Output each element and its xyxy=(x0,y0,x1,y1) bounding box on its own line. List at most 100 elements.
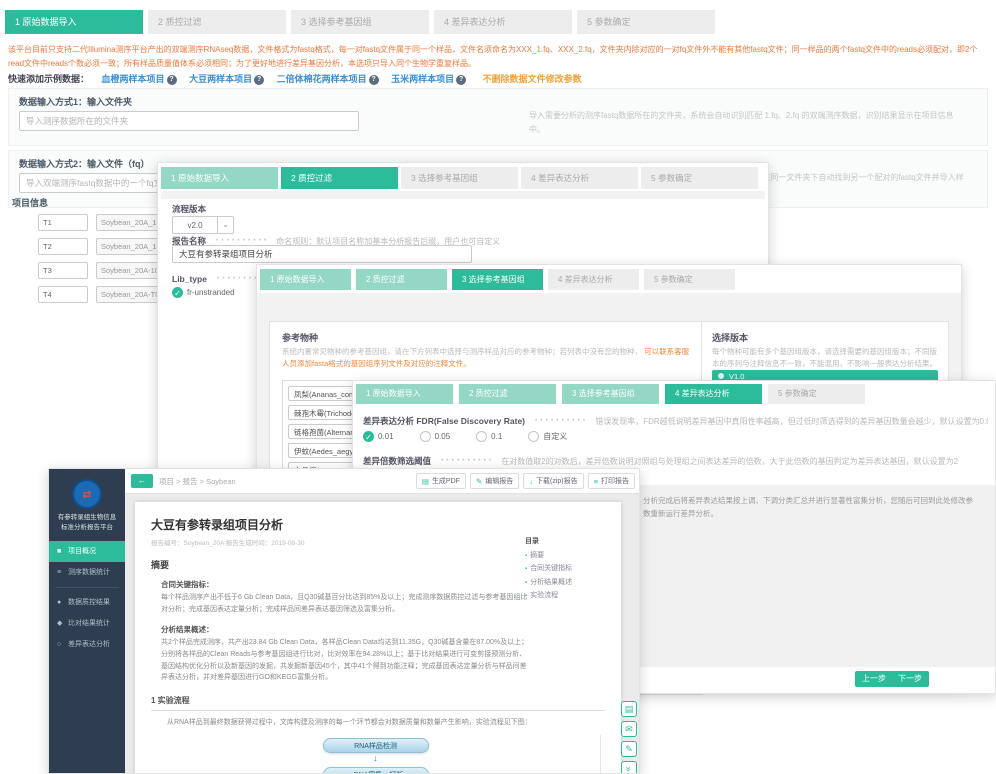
step-diff-expression[interactable]: 4 差异表达分析 xyxy=(521,167,638,189)
step-raw-data-import[interactable]: 1 原始数据导入 xyxy=(260,269,351,290)
radio-fdr-custom[interactable]: 自定义 xyxy=(528,431,567,442)
bullet-icon: ▪ xyxy=(525,553,527,559)
radio-label: fr-unstranded xyxy=(187,288,235,297)
menu-item-qc-results[interactable]: ● 数据质控结果 xyxy=(49,592,125,613)
help-icon[interactable]: ? xyxy=(456,75,466,85)
step-raw-data-import[interactable]: 1 原始数据导入 xyxy=(161,167,278,189)
menu-item-diff-expression[interactable]: ○ 差异表达分析 xyxy=(49,634,125,655)
sample-name-input[interactable] xyxy=(38,238,88,255)
feedback-icon[interactable]: ✉ xyxy=(621,721,637,737)
expression-icon: ○ xyxy=(57,641,68,648)
step-qc-filter[interactable]: 2 质控过滤 xyxy=(356,269,447,290)
step-qc-filter[interactable]: 2 质控过滤 xyxy=(281,167,398,189)
example-link-cotton[interactable]: 二倍体棉花两样本项目 xyxy=(277,74,367,84)
report-menu: ■ 项目概况 ≡ 测序数据统计 ● 数据质控结果 ◆ 比对结果统计 ○ xyxy=(49,541,125,655)
step-select-genome[interactable]: 3 选择参考基因组 xyxy=(562,384,659,404)
toc-item[interactable]: ▪实验流程 xyxy=(525,589,611,602)
help-icon[interactable]: ? xyxy=(254,75,264,85)
step-confirm-params[interactable]: 5 参数确定 xyxy=(768,384,865,404)
download-zip-button[interactable]: ↓ 下载(zip)报告 xyxy=(523,473,583,489)
radio-fdr-001[interactable]: ✓ 0.01 xyxy=(363,431,394,442)
edit-report-button[interactable]: ✎ 编辑报告 xyxy=(470,473,519,489)
report-toolbar: ← 项目 > 报告 > Soybean ▤ 生成PDF ✎ 编辑报告 ↓ 下载(… xyxy=(125,469,639,494)
menu-item-sequencing-stats[interactable]: ≡ 测序数据统计 xyxy=(49,562,125,583)
help-icon[interactable]: ? xyxy=(167,75,177,85)
foldchange-label: 差异倍数筛选阈值 xyxy=(363,456,431,466)
radio-dot-icon xyxy=(718,373,724,379)
diff-analysis-note: 分析完成后将差异表达结果按上调、下调分类汇总并进行显著性富集分析，您随后可回到此… xyxy=(643,495,975,521)
button-label: 生成PDF xyxy=(432,476,460,486)
wizard-stepper-2: 1 原始数据导入 2 质控过滤 3 选择参考基因组 4 差异表达分析 5 参数确… xyxy=(161,167,758,189)
menu-label: 比对结果统计 xyxy=(68,618,110,628)
breadcrumb: 项目 > 报告 > Soybean xyxy=(159,476,236,487)
example-link-soybean[interactable]: 大豆两样本项目 xyxy=(189,74,252,84)
quick-warning-text: 不删除数据文件修改参数 xyxy=(483,74,582,84)
sidebar-title-line2: 标准分析报告平台 xyxy=(49,523,125,533)
edit-icon[interactable]: ✎ xyxy=(621,741,637,757)
generate-pdf-button[interactable]: ▤ 生成PDF xyxy=(416,473,466,489)
version-panel-desc: 每个物种可能有多个基因组版本，请选择需要的基因组版本；不同版本的序列与注释信息不… xyxy=(712,346,940,370)
report-title: 大豆有参转录组项目分析 xyxy=(151,516,605,533)
alignment-icon: ◆ xyxy=(57,619,68,627)
toc-item[interactable]: ▪分析结果概述 xyxy=(525,576,611,589)
menu-item-overview[interactable]: ■ 项目概况 xyxy=(49,541,125,562)
menu-item-alignment-stats[interactable]: ◆ 比对结果统计 xyxy=(49,613,125,634)
bullet-icon: ▪ xyxy=(525,580,527,586)
arrow-down-icon: ↓ xyxy=(151,753,600,763)
pipeline-version-label: 流程版本 xyxy=(172,203,206,215)
help-icon[interactable]: ? xyxy=(369,75,379,85)
species-desc-text: 系统内置常见物种的参考基因组，请在下方列表中选择与测序样品对应的参考物种；若列表… xyxy=(282,347,642,356)
step-confirm-params[interactable]: 5 参数确定 xyxy=(577,10,715,34)
step-select-genome[interactable]: 3 选择参考基因组 xyxy=(291,10,429,34)
example-link-blood-orange[interactable]: 血橙两样本项目 xyxy=(102,74,165,84)
step-diff-expression[interactable]: 4 差异表达分析 xyxy=(665,384,762,404)
foldchange-desc: 在对数值取2的对数后，差异倍数说明对照组与处理组之间表达差异的倍数，大于此倍数的… xyxy=(501,457,958,466)
sample-name-input[interactable] xyxy=(38,262,88,279)
toc-item[interactable]: ▪摘要 xyxy=(525,549,611,562)
step-select-genome[interactable]: 3 选择参考基因组 xyxy=(401,167,518,189)
step-diff-expression[interactable]: 4 差异表达分析 xyxy=(434,10,572,34)
toc-item[interactable]: ▪合同关键指标 xyxy=(525,562,611,575)
back-button[interactable]: ← xyxy=(131,474,153,488)
button-label: 编辑报告 xyxy=(485,476,513,486)
sample-name-input[interactable] xyxy=(38,214,88,231)
step-qc-filter[interactable]: 2 质控过滤 xyxy=(459,384,556,404)
menu-label: 差异表达分析 xyxy=(68,639,110,649)
collapse-icon[interactable]: » xyxy=(621,761,637,774)
print-icon[interactable]: ▤ xyxy=(621,701,637,717)
radio-checked-icon: ✓ xyxy=(172,287,183,298)
fdr-label: 差异表达分析 FDR(False Discovery Rate) xyxy=(363,416,525,426)
workflow-text: 从RNA样品到最终数据获得过程中，文库构建及测序的每一个环节都会对数据质量和数量… xyxy=(167,717,605,727)
folder-input[interactable] xyxy=(19,111,359,131)
platform-logo-icon: ⇄ xyxy=(72,479,102,509)
prev-step-button[interactable]: 上一步 xyxy=(855,671,893,687)
table-of-contents: 目录 ▪摘要 ▪合同关键指标 ▪分析结果概述 ▪实验流程 xyxy=(525,536,611,603)
radio-fdr-005[interactable]: 0.05 xyxy=(420,431,451,442)
dots-separator: ·········· xyxy=(439,451,492,468)
download-icon: ↓ xyxy=(529,477,533,486)
step-raw-data-import[interactable]: 1 原始数据导入 xyxy=(5,10,143,34)
report-name-input[interactable] xyxy=(172,245,472,263)
step-qc-filter[interactable]: 2 质控过滤 xyxy=(148,10,286,34)
next-step-button[interactable]: 下一步 xyxy=(891,671,929,687)
report-page: 大豆有参转录组项目分析 报告编号：Soybean_20A 报告生成时间：2019… xyxy=(135,502,621,773)
button-label: 打印报告 xyxy=(601,476,629,486)
toc-title: 目录 xyxy=(525,536,611,546)
print-report-button[interactable]: ≡ 打印报告 xyxy=(588,473,635,489)
species-panel-desc: 系统内置常见物种的参考基因组，请在下方列表中选择与测序样品对应的参考物种；若列表… xyxy=(282,346,690,370)
qc-icon: ● xyxy=(57,599,68,606)
example-link-maize[interactable]: 玉米两样本项目 xyxy=(391,74,454,84)
pencil-icon: ✎ xyxy=(476,477,482,486)
radio-fdr-01[interactable]: 0.1 xyxy=(476,431,502,442)
step-diff-expression[interactable]: 4 差异表达分析 xyxy=(548,269,639,290)
sample-name-input[interactable] xyxy=(38,286,88,303)
step-confirm-params[interactable]: 5 参数确定 xyxy=(641,167,758,189)
step-confirm-params[interactable]: 5 参数确定 xyxy=(644,269,735,290)
step-select-genome[interactable]: 3 选择参考基因组 xyxy=(452,269,543,290)
radio-fr-unstranded[interactable]: ✓ fr-unstranded xyxy=(172,287,235,298)
wizard-stepper-4: 1 原始数据导入 2 质控过滤 3 选择参考基因组 4 差异表达分析 5 参数确… xyxy=(356,384,865,404)
toc-label: 分析结果概述 xyxy=(530,579,572,586)
step-raw-data-import[interactable]: 1 原始数据导入 xyxy=(356,384,453,404)
version-panel-title: 选择版本 xyxy=(712,331,748,344)
toc-label: 合同关键指标 xyxy=(530,565,572,572)
